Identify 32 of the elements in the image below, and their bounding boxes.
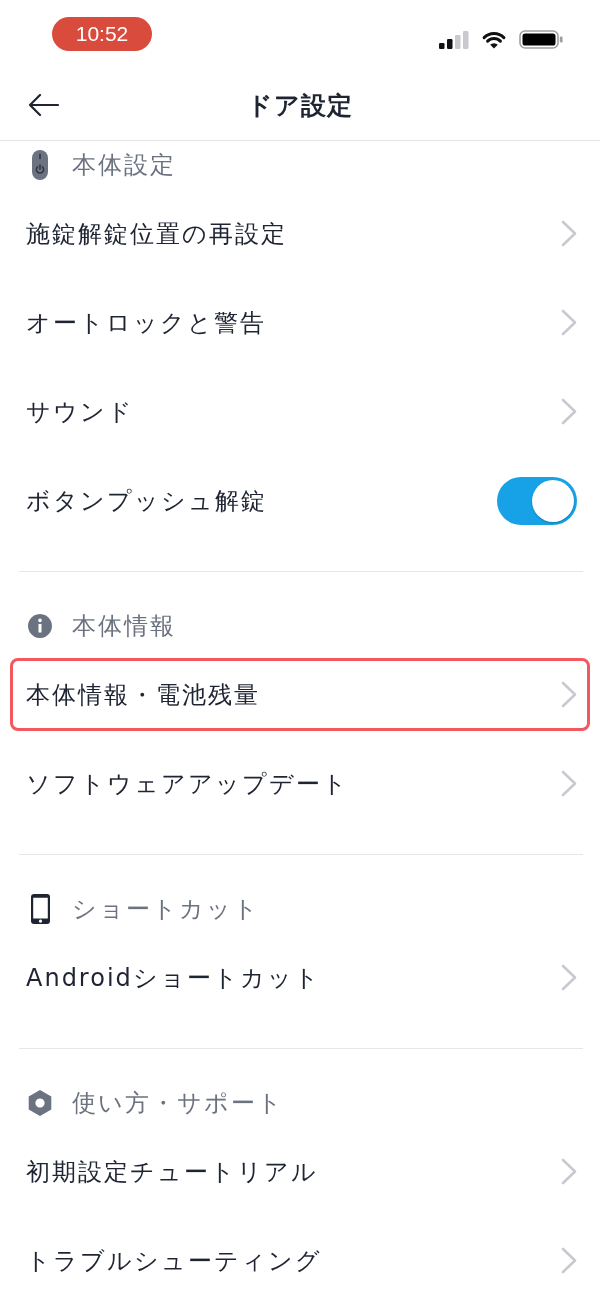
wifi-icon: [481, 30, 507, 49]
menu-item[interactable]: 施錠解錠位置の再設定: [0, 189, 600, 278]
signal-icon: [439, 30, 469, 49]
chevron-right-icon: [561, 964, 577, 991]
chevron-right-icon: [561, 1158, 577, 1185]
menu-item[interactable]: トラブルシューティング: [0, 1216, 600, 1300]
menu-item[interactable]: 初期設定チュートリアル: [0, 1127, 600, 1216]
menu-item[interactable]: ソフトウェアアップデート: [0, 739, 600, 828]
chevron-right-icon: [561, 681, 577, 708]
battery-icon: [519, 30, 563, 49]
back-arrow-icon: [28, 94, 59, 116]
menu-item[interactable]: サウンド: [0, 367, 600, 456]
setting-label: ボタンプッシュ解錠: [26, 485, 267, 517]
status-time: 10:52: [52, 17, 152, 51]
chevron-right-icon: [561, 220, 577, 247]
section-title: 本体設定: [72, 150, 176, 181]
hexagon-icon: [28, 1090, 52, 1116]
remote-icon: [32, 150, 48, 180]
menu-item[interactable]: オートロックと警告: [0, 278, 600, 367]
page-title: ドア設定: [247, 89, 353, 122]
chevron-right-icon: [561, 770, 577, 797]
chevron-right-icon: [561, 309, 577, 336]
smartphone-icon: [30, 894, 50, 924]
section-title: 使い方・サポート: [72, 1088, 284, 1119]
chevron-right-icon: [561, 1247, 577, 1274]
menu-item[interactable]: 本体情報・電池残量: [10, 658, 590, 731]
section-title: ショートカット: [72, 894, 260, 925]
chevron-right-icon: [561, 398, 577, 425]
toggle-switch[interactable]: [497, 476, 577, 525]
info-icon: [28, 614, 52, 638]
section-title: 本体情報: [72, 611, 176, 642]
menu-item[interactable]: Androidショートカット: [0, 933, 600, 1022]
